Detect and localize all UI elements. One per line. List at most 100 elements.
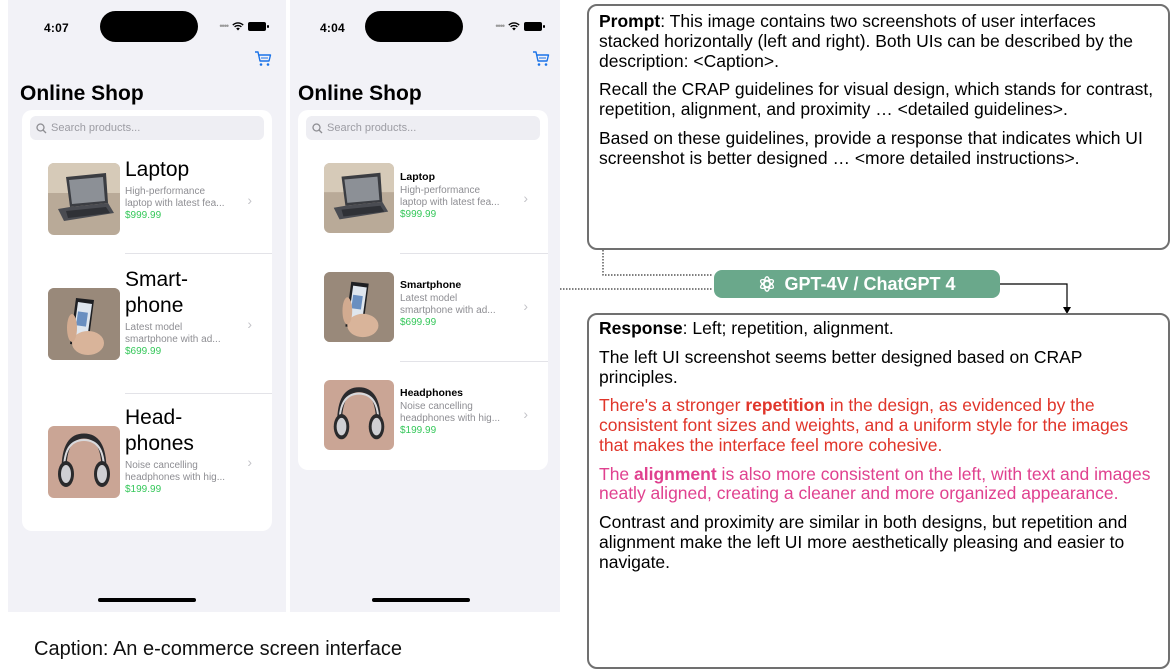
repetition-keyword: repetition (745, 395, 826, 416)
product-description-line1: High-performance (125, 186, 206, 198)
product-name-line1: Smart- (125, 268, 188, 291)
cart-icon[interactable] (532, 50, 550, 68)
product-text: Laptop High-performance laptop with late… (125, 158, 245, 222)
right-ui-screenshot: 4:04 •••• Online Shop Laptop High-perfor… (290, 0, 560, 612)
product-text: Headphones Noise cancelling headphones w… (400, 387, 515, 437)
response-repetition: There's a stronger repetition in the des… (599, 395, 1158, 455)
product-price: $199.99 (400, 424, 437, 436)
status-icons: •••• (495, 21, 545, 31)
product-price: $699.99 (400, 316, 437, 328)
product-name: Laptop (125, 158, 190, 181)
product-row-smartphone[interactable]: Smartphone Latest model smartphone with … (298, 254, 548, 360)
search-icon (36, 122, 47, 133)
openai-logo-icon (760, 276, 775, 292)
product-name: Laptop (400, 171, 435, 183)
laptop-image (48, 163, 120, 235)
repetition-pre: There's a stronger (599, 395, 746, 416)
status-time: 4:04 (320, 21, 345, 35)
product-name-line2: phone (125, 294, 184, 318)
chevron-right-icon: › (247, 316, 252, 332)
prompt-panel: Prompt: This image contains two screensh… (587, 4, 1170, 250)
signal-dots-icon: •••• (219, 21, 229, 31)
product-name: Smartphone (400, 279, 462, 291)
search-input[interactable] (327, 122, 540, 134)
model-badge: GPT-4V / ChatGPT 4 (714, 270, 1000, 298)
search-icon (312, 122, 323, 133)
status-time: 4:07 (44, 21, 69, 35)
product-description-line1: Latest model (125, 322, 183, 334)
cart-icon[interactable] (254, 50, 272, 68)
product-description-line2: laptop with latest fea... (125, 198, 225, 210)
chevron-right-icon: › (523, 298, 528, 314)
product-text: Smart- phone Latest model smartphone wit… (125, 268, 245, 358)
response-paragraph-4: Contrast and proximity are similar in bo… (599, 512, 1128, 572)
product-name-line2: phones (125, 432, 194, 456)
product-description-line1: Noise cancelling (125, 460, 198, 472)
product-name-line1: Head- (125, 406, 183, 429)
left-ui-screenshot: 4:07 •••• Online Shop Laptop High-perfor… (8, 0, 286, 612)
headphones-image (48, 426, 120, 498)
product-text: Smartphone Latest model smartphone with … (400, 279, 515, 329)
product-description-line2: smartphone with ad... (400, 304, 496, 316)
wifi-icon (508, 21, 520, 30)
product-description-line1: Latest model (400, 292, 458, 304)
prompt-paragraph-2: Recall the CRAP guidelines for visual de… (599, 79, 1154, 120)
chevron-right-icon: › (247, 454, 252, 470)
product-list: Laptop High-performance laptop with late… (298, 110, 548, 470)
product-row-headphones[interactable]: Headphones Noise cancelling headphones w… (298, 362, 548, 468)
response-alignment: The alignment is also more consistent on… (599, 463, 1158, 505)
product-price: $199.99 (125, 484, 162, 496)
product-price: $999.99 (400, 208, 437, 220)
alignment-pre: The (599, 463, 635, 484)
status-bar: 4:07 •••• (8, 0, 286, 52)
product-description-line2: headphones with hig... (125, 472, 226, 484)
product-row-headphones[interactable]: Head- phones Noise cancelling headphones… (22, 394, 272, 531)
dynamic-island (100, 11, 198, 42)
response-paragraph-1: The left UI screenshot seems better desi… (599, 346, 1083, 387)
battery-icon (524, 21, 545, 31)
page-title: Online Shop (298, 82, 422, 105)
product-price: $699.99 (125, 346, 162, 358)
product-description-line2: laptop with latest fea... (400, 196, 500, 208)
dynamic-island (365, 11, 463, 42)
laptop-image (324, 163, 394, 233)
status-bar: 4:04 •••• (290, 0, 560, 52)
model-label: GPT-4V / ChatGPT 4 (784, 273, 956, 294)
alignment-keyword: alignment (634, 463, 717, 484)
battery-icon (248, 21, 269, 31)
response-summary-text: : Left; repetition, alignment. (682, 318, 894, 338)
search-bar[interactable] (306, 116, 540, 140)
wifi-icon (232, 21, 244, 30)
page-title: Online Shop (20, 82, 144, 105)
product-description-line2: headphones with hig... (400, 412, 501, 424)
smartphone-image (324, 272, 394, 342)
product-row-laptop[interactable]: Laptop High-performance laptop with late… (22, 146, 272, 252)
prompt-text-1: : This image contains two screenshots of… (599, 11, 1134, 71)
chevron-right-icon: › (247, 192, 252, 208)
figure-caption: Caption: An e-commerce screen interface (34, 638, 402, 660)
product-list: Laptop High-performance laptop with late… (22, 110, 272, 531)
prompt-label: Prompt (599, 11, 661, 31)
product-text: Laptop High-performance laptop with late… (400, 171, 515, 221)
prompt-paragraph-1: Prompt: This image contains two screensh… (599, 11, 1158, 71)
product-text: Head- phones Noise cancelling headphones… (125, 406, 245, 496)
prompt-paragraph-3: Based on these guidelines, provide a res… (599, 127, 1143, 168)
response-panel: Response: Left; repetition, alignment. T… (587, 313, 1170, 669)
product-description-line1: High-performance (400, 184, 481, 196)
product-name: Headphones (400, 387, 464, 399)
product-price: $999.99 (125, 210, 162, 222)
home-indicator[interactable] (372, 598, 470, 602)
chevron-right-icon: › (523, 190, 528, 206)
signal-dots-icon: •••• (495, 21, 505, 31)
home-indicator[interactable] (98, 598, 196, 602)
product-row-laptop[interactable]: Laptop High-performance laptop with late… (298, 146, 548, 252)
search-input[interactable] (51, 122, 264, 134)
chevron-right-icon: › (523, 406, 528, 422)
product-description-line1: Noise cancelling (400, 400, 473, 412)
response-summary: Response: Left; repetition, alignment. (599, 318, 1158, 339)
status-icons: •••• (219, 21, 269, 31)
smartphone-image (48, 288, 120, 360)
search-bar[interactable] (30, 116, 264, 140)
headphones-image (324, 380, 394, 450)
product-row-smartphone[interactable]: Smart- phone Latest model smartphone wit… (22, 254, 272, 392)
